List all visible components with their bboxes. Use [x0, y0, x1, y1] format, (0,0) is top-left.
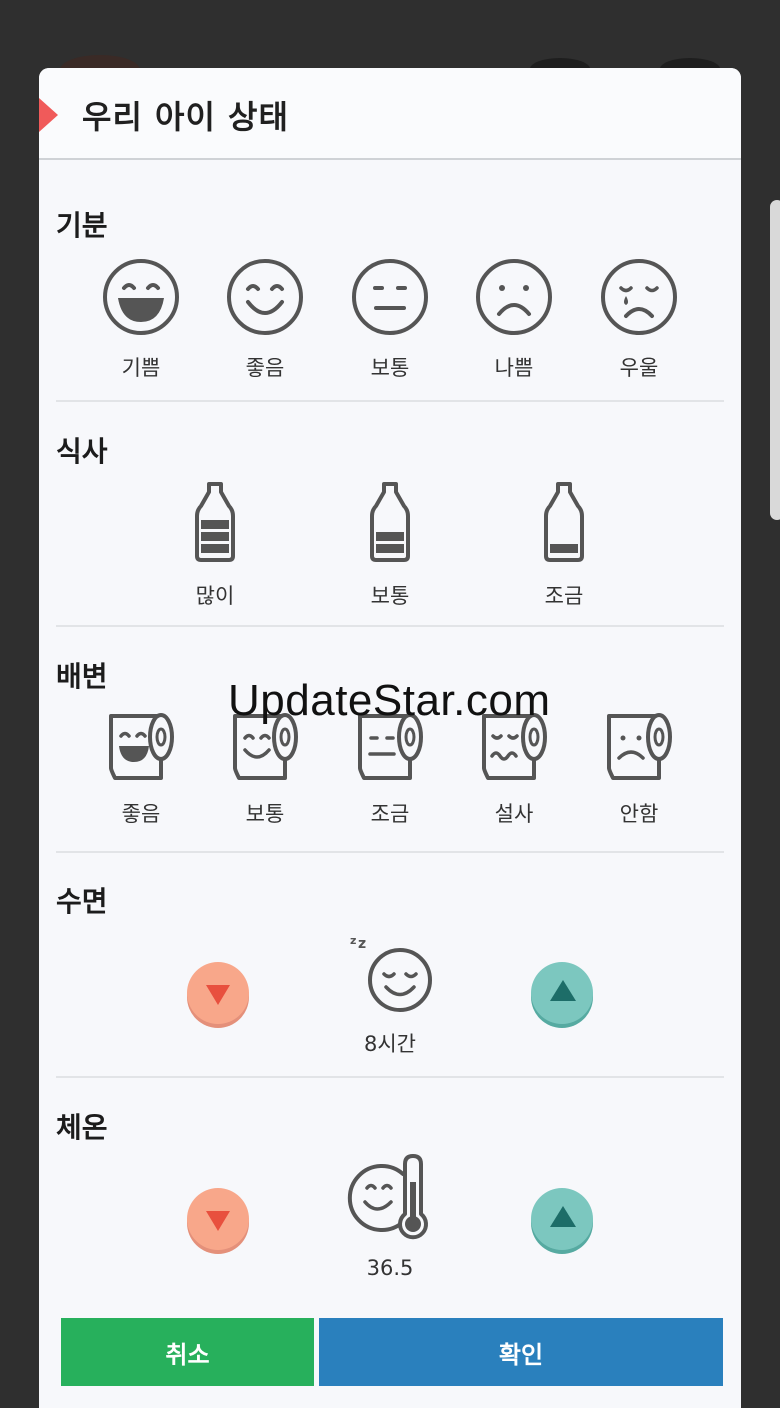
down-arrow-icon: [206, 1211, 230, 1231]
temperature-value: 36.5: [366, 1256, 414, 1280]
meal-label: 많이: [195, 584, 235, 608]
section-divider: [56, 400, 724, 402]
sleep-title: 수면: [56, 885, 108, 918]
face-thermometer-icon: [347, 1154, 428, 1240]
mood-label: 기쁨: [121, 356, 161, 380]
mood-label: 보통: [370, 356, 410, 380]
mood-label: 우울: [619, 356, 659, 380]
sleeping-face-icon: z z: [350, 934, 432, 1012]
meal-label: 보통: [370, 584, 410, 608]
meal-option-little[interactable]: 조금: [509, 480, 619, 610]
sleep-display: z z 8시간: [320, 930, 460, 1058]
bowel-title: 배변: [56, 660, 108, 693]
bowel-label: 좋음: [121, 802, 161, 826]
bottle-half-icon: [370, 482, 410, 562]
smile-face-icon: [227, 259, 303, 335]
confirm-button[interactable]: 확인: [319, 1318, 723, 1386]
bowel-label: 조금: [370, 802, 410, 826]
big-smile-face-icon: [103, 259, 179, 335]
toilet-roll-big-smile-icon: [109, 713, 174, 780]
bowel-option-good[interactable]: 좋음: [86, 710, 196, 828]
crying-face-icon: [601, 259, 677, 335]
down-arrow-icon: [206, 985, 230, 1005]
bowel-option-normal[interactable]: 보통: [210, 710, 320, 828]
sleep-increase-button[interactable]: [531, 962, 593, 1024]
up-arrow-icon: [550, 1206, 576, 1227]
sad-face-icon: [476, 259, 552, 335]
bowel-label: 안함: [619, 802, 659, 826]
mood-option-depressed[interactable]: 우울: [584, 258, 694, 382]
mood-option-normal[interactable]: 보통: [335, 258, 445, 382]
section-divider: [56, 851, 724, 853]
sleep-decrease-button[interactable]: [187, 962, 249, 1024]
meal-option-normal[interactable]: 보통: [335, 480, 445, 610]
bowel-label: 보통: [245, 802, 285, 826]
bottle-low-icon: [544, 482, 584, 562]
svg-text:z: z: [358, 936, 366, 952]
bowel-label: 설사: [494, 802, 534, 826]
mood-title: 기분: [56, 209, 108, 242]
bottle-full-icon: [195, 482, 235, 562]
meal-label: 조금: [544, 584, 584, 608]
mood-option-bad[interactable]: 나쁨: [459, 258, 569, 382]
temperature-display: 36.5: [320, 1154, 460, 1280]
dialog-header: 우리 아이 상태: [39, 68, 741, 160]
meal-title: 식사: [56, 435, 108, 468]
up-arrow-icon: [550, 980, 576, 1001]
scroll-handle[interactable]: [770, 200, 780, 520]
mood-option-joy[interactable]: 기쁨: [86, 258, 196, 382]
bowel-option-little[interactable]: 조금: [335, 710, 445, 828]
bowel-option-none[interactable]: 안함: [584, 710, 694, 828]
cancel-button[interactable]: 취소: [61, 1318, 314, 1386]
mood-option-good[interactable]: 좋음: [210, 258, 320, 382]
section-divider: [56, 625, 724, 627]
mood-label: 좋음: [245, 356, 285, 380]
temperature-increase-button[interactable]: [531, 1188, 593, 1250]
svg-text:z: z: [350, 934, 356, 947]
dialog-title: 우리 아이 상태: [82, 98, 289, 136]
temperature-decrease-button[interactable]: [187, 1188, 249, 1250]
mood-label: 나쁨: [494, 356, 534, 380]
sleep-value: 8시간: [363, 1032, 416, 1056]
section-divider: [56, 1076, 724, 1078]
temperature-title: 체온: [56, 1111, 108, 1144]
meal-option-much[interactable]: 많이: [160, 480, 270, 610]
neutral-face-icon: [352, 259, 428, 335]
watermark: UpdateStar.com: [228, 676, 551, 725]
header-marker: [39, 98, 58, 132]
toilet-roll-sad-icon: [607, 713, 672, 780]
bowel-option-diarrhea[interactable]: 설사: [459, 710, 569, 828]
